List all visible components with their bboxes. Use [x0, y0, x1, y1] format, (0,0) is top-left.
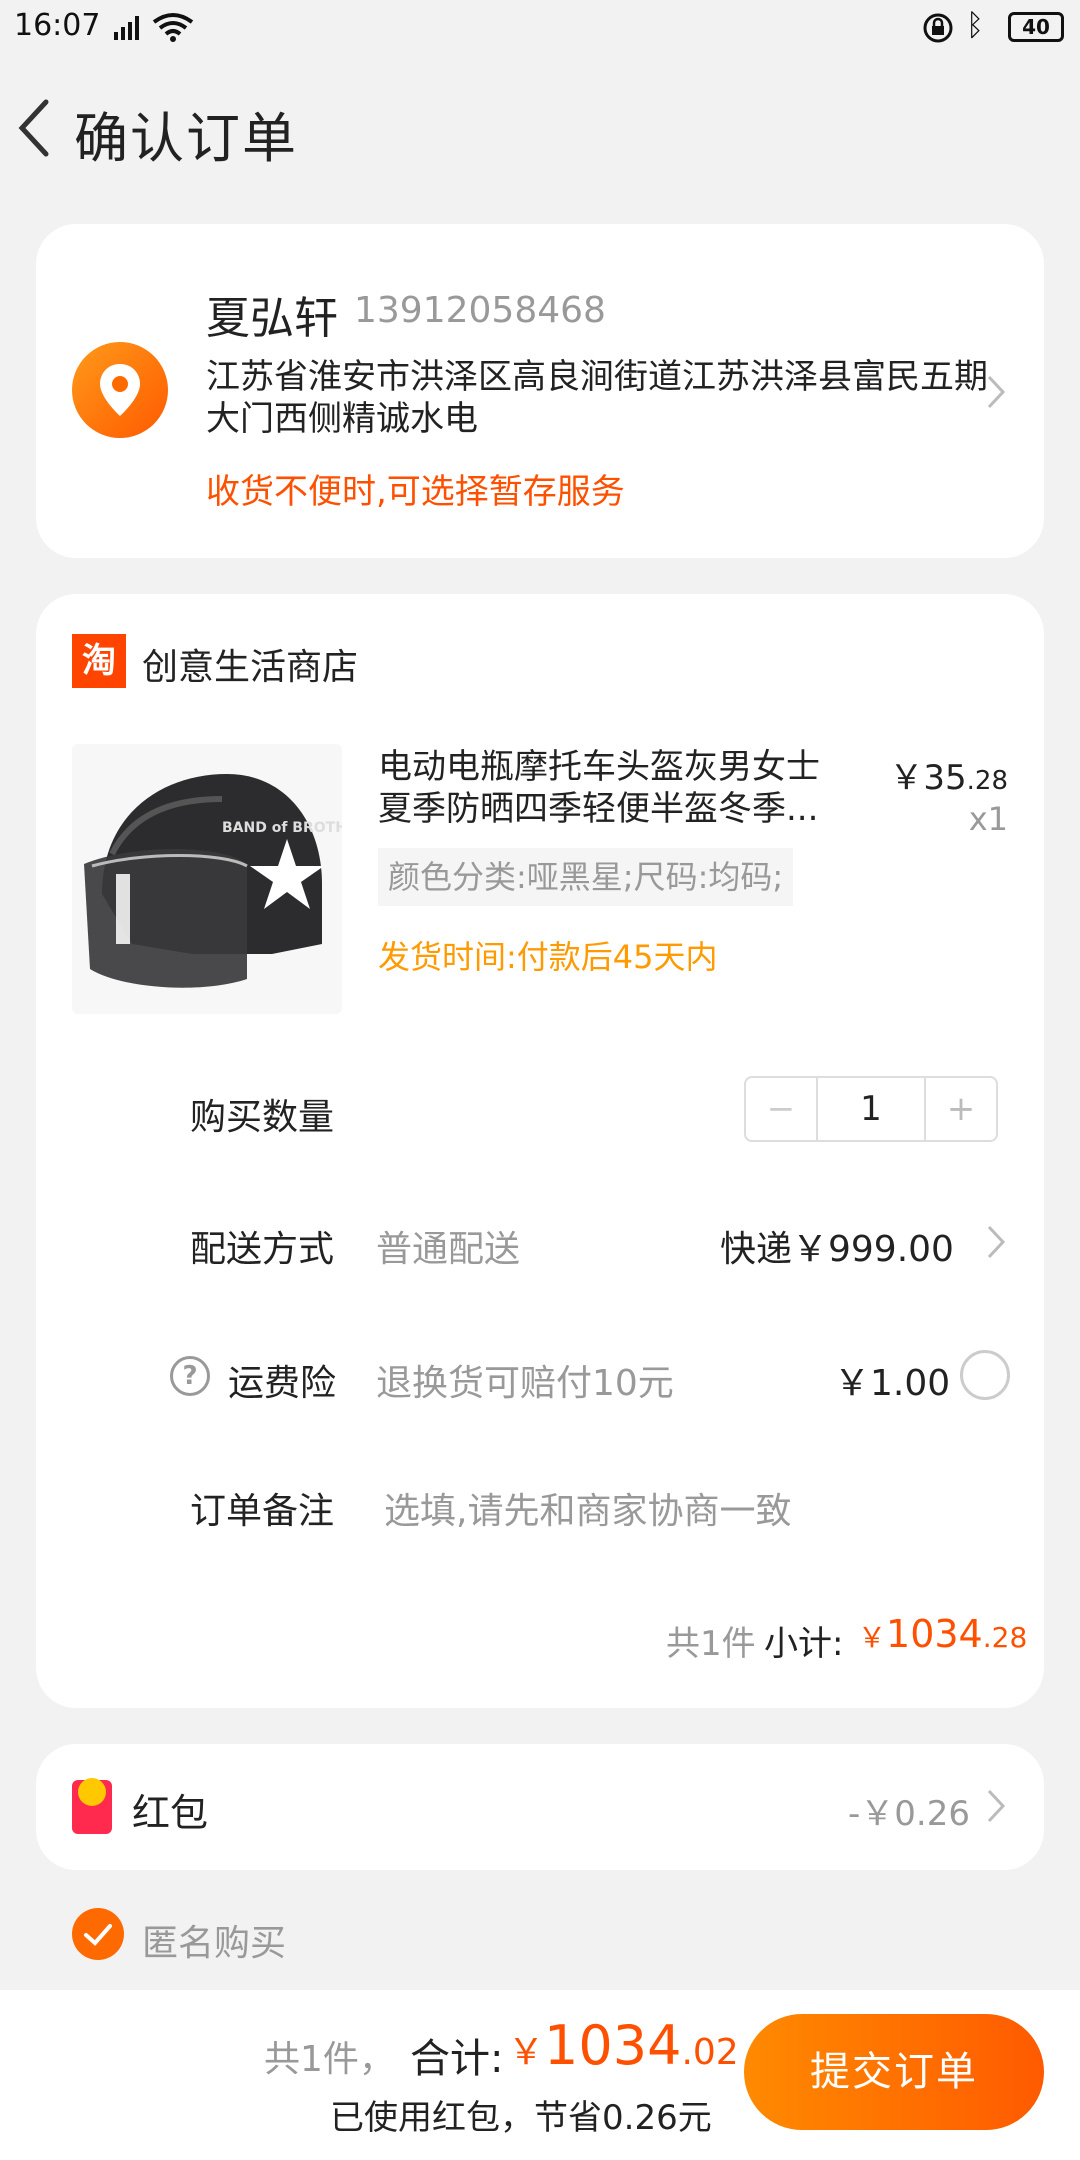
- total-label: 合计:: [410, 2036, 504, 2082]
- increase-button[interactable]: +: [924, 1078, 996, 1140]
- subtotal-count: 共1件: [666, 1624, 756, 1664]
- product-quantity: x1: [968, 800, 1008, 838]
- order-card: 淘 创意生活商店 BAND of BROTHERS 电动电瓶摩托车头盔灰男女士夏…: [36, 594, 1044, 1708]
- total-count: 共1件，: [264, 2039, 395, 2080]
- chevron-right-icon: [987, 1789, 1006, 1823]
- signal-icon: [114, 16, 139, 40]
- chevron-right-icon[interactable]: [986, 1224, 1006, 1260]
- helmet-print-text: BAND of BROTHERS: [222, 820, 342, 836]
- taobao-shop-icon: 淘: [72, 634, 126, 688]
- shop-name[interactable]: 创意生活商店: [142, 638, 358, 690]
- anonymous-label: 匿名购买: [142, 1923, 287, 1964]
- total-amount: ￥1034.02: [508, 2014, 739, 2077]
- remark-label: 订单备注: [190, 1491, 335, 1532]
- anonymous-checkbox[interactable]: [72, 1908, 124, 1960]
- red-packet-value: -￥0.26: [848, 1794, 970, 1834]
- receiver-phone: 13912058468: [354, 290, 606, 331]
- product-title[interactable]: 电动电瓶摩托车头盔灰男女士夏季防晒四季轻便半盔冬季...: [378, 746, 838, 830]
- red-packet-row[interactable]: 红包 -￥0.26: [36, 1744, 1044, 1870]
- savings-note: 已使用红包，节省0.26元: [330, 2098, 712, 2138]
- bottom-bar: 共1件， 合计: ￥1034.02 已使用红包，节省0.26元 提交订单: [0, 1990, 1080, 2160]
- submit-order-button[interactable]: 提交订单: [744, 2014, 1044, 2130]
- page-title: 确认订单: [74, 107, 298, 170]
- quantity-label: 购买数量: [190, 1097, 335, 1138]
- insurance-price: ￥1.00: [834, 1363, 951, 1404]
- chevron-right-icon: [987, 375, 1006, 409]
- quantity-value[interactable]: 1: [818, 1078, 924, 1140]
- product-sku: 颜色分类:哑黑星;尺码:均码;: [378, 848, 794, 906]
- insurance-radio[interactable]: [960, 1350, 1010, 1400]
- location-pin-icon: [72, 342, 168, 438]
- check-icon: [84, 1924, 112, 1946]
- red-packet-icon: [72, 1778, 112, 1834]
- product-price: ￥35.28: [889, 758, 1008, 798]
- back-arrow-icon[interactable]: [14, 96, 54, 160]
- delivery-price[interactable]: 快递￥999.00: [720, 1220, 954, 1272]
- product-image[interactable]: BAND of BROTHERS: [72, 744, 342, 1014]
- help-icon[interactable]: ?: [170, 1356, 210, 1396]
- wifi-icon: [152, 13, 194, 42]
- shipping-time: 发货时间:付款后45天内: [378, 938, 718, 976]
- receiver-name: 夏弘轩: [206, 293, 338, 344]
- delivery-method: 普通配送: [376, 1229, 521, 1270]
- rotation-lock-icon: [923, 13, 953, 43]
- address-card[interactable]: 夏弘轩 13912058468 江苏省淮安市洪泽区高良涧街道江苏洪泽县富民五期大…: [36, 224, 1044, 558]
- bluetooth-icon: ᛒ: [966, 8, 984, 43]
- subtotal-label: 小计:: [764, 1624, 844, 1664]
- storage-service-tip[interactable]: 收货不便时,可选择暂存服务: [206, 464, 625, 513]
- subtotal-amount: ￥1034.28: [858, 1612, 1028, 1656]
- receiver-address: 江苏省淮安市洪泽区高良涧街道江苏洪泽县富民五期大门西侧精诚水电: [206, 357, 988, 439]
- status-bar: 16:07 ᛒ 40: [0, 0, 1080, 56]
- quantity-stepper: − 1 +: [744, 1076, 998, 1142]
- insurance-label: 运费险: [228, 1363, 337, 1404]
- remark-input[interactable]: 选填,请先和商家协商一致: [384, 1482, 791, 1534]
- red-packet-label: 红包: [132, 1791, 209, 1835]
- status-time: 16:07: [14, 8, 101, 43]
- battery-icon: 40: [1008, 12, 1064, 42]
- insurance-desc: 退换货可赔付10元: [376, 1363, 674, 1404]
- decrease-button[interactable]: −: [746, 1078, 818, 1140]
- delivery-label: 配送方式: [190, 1229, 335, 1270]
